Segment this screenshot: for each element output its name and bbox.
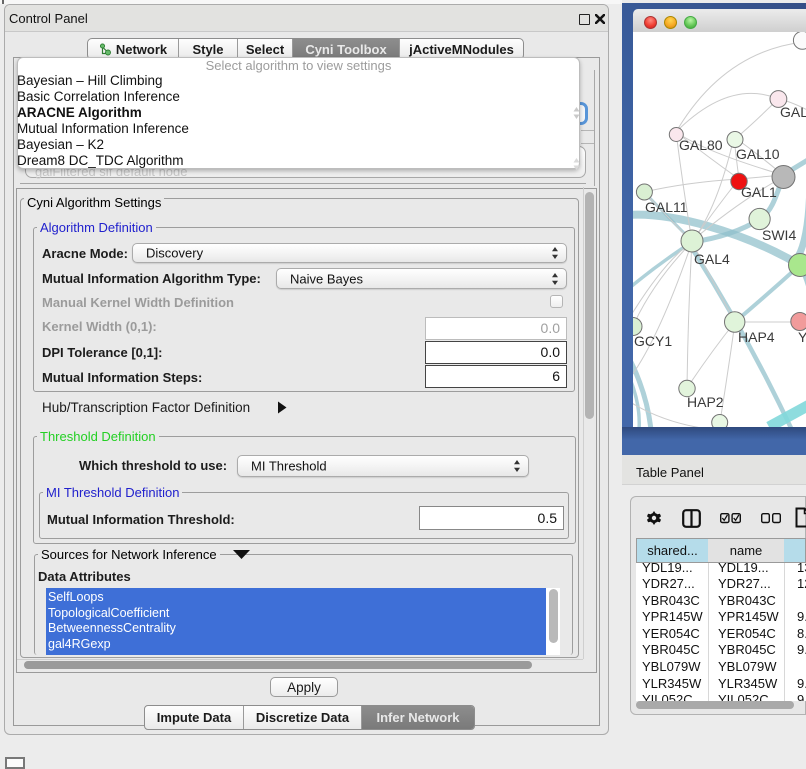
svg-text:GAL4: GAL4	[694, 251, 730, 267]
svg-text:Y: Y	[798, 329, 806, 345]
svg-text:GAL80: GAL80	[679, 137, 723, 153]
svg-text:GAL: GAL	[780, 104, 806, 120]
svg-text:GAL10: GAL10	[736, 146, 780, 162]
svg-text:SWI4: SWI4	[762, 227, 796, 243]
svg-text:HAP2: HAP2	[687, 394, 724, 410]
svg-text:GAL1: GAL1	[741, 184, 777, 200]
svg-text:GAL11: GAL11	[645, 199, 688, 215]
svg-text:GCY1: GCY1	[634, 333, 672, 349]
svg-text:HAP4: HAP4	[738, 329, 775, 345]
